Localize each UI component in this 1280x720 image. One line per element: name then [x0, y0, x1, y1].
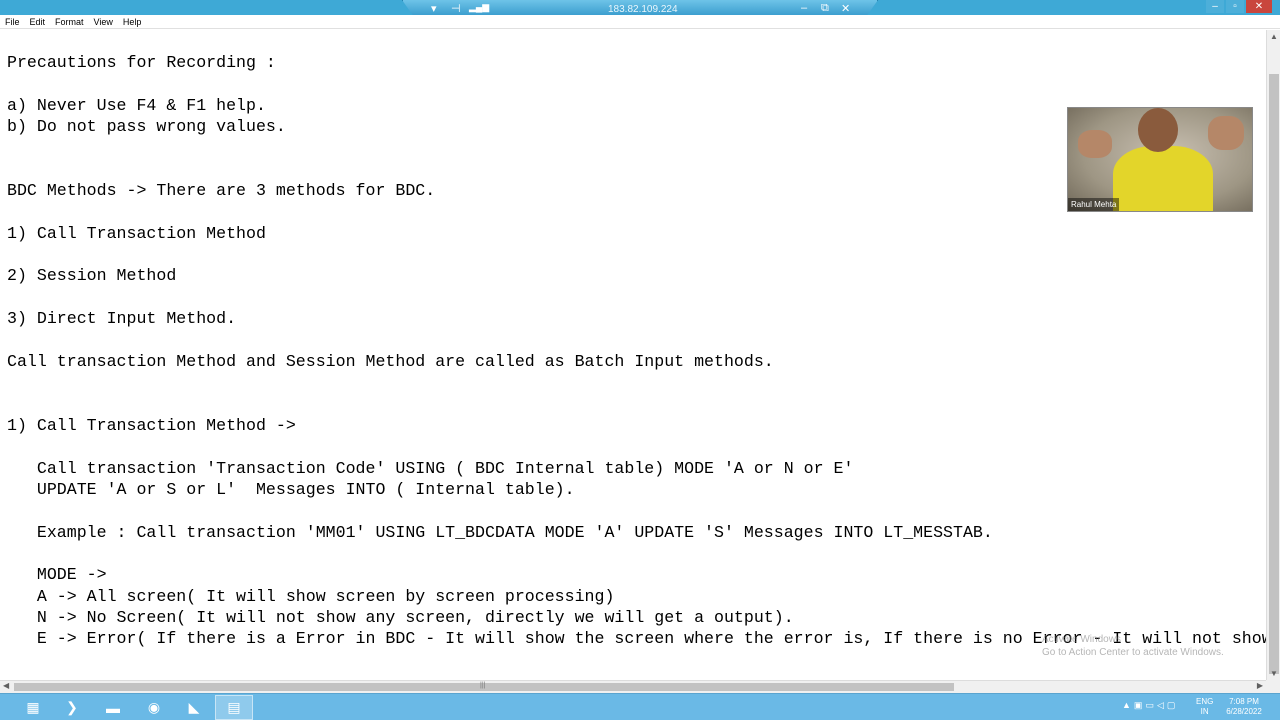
- scroll-grip-icon: |||: [480, 682, 486, 689]
- menu-help[interactable]: Help: [123, 17, 142, 27]
- notepad-icon[interactable]: ▤: [215, 695, 253, 720]
- dropdown-icon[interactable]: ▾: [431, 2, 437, 15]
- horizontal-scrollbar[interactable]: ◀ ||| ▶: [0, 680, 1266, 693]
- pin-icon[interactable]: ⊣: [451, 2, 461, 15]
- menu-edit[interactable]: Edit: [30, 17, 46, 27]
- server-manager-icon[interactable]: ▦: [14, 695, 52, 720]
- chrome-icon[interactable]: ◉: [135, 695, 173, 720]
- editor-line: 2) Session Method: [7, 266, 177, 286]
- scroll-down-icon[interactable]: ▼: [1270, 669, 1278, 678]
- watermark-subtitle: Go to Action Center to activate Windows.: [1042, 647, 1224, 658]
- show-hidden-icons-icon[interactable]: ▲: [1122, 700, 1131, 711]
- editor-line: UPDATE 'A or S or L' Messages INTO ( Int…: [7, 479, 575, 499]
- clock[interactable]: 7:08 PM 6/28/2022: [1222, 697, 1266, 717]
- editor-line: Example : Call transaction 'MM01' USING …: [7, 522, 993, 542]
- menu-bar: File Edit Format View Help: [0, 15, 1280, 29]
- tray-app-icon[interactable]: ▣: [1134, 700, 1143, 711]
- scroll-left-icon[interactable]: ◀: [3, 681, 9, 690]
- editor-line: 1) Call Transaction Method: [7, 223, 266, 243]
- connection-address: 183.82.109.224: [608, 4, 678, 15]
- menu-view[interactable]: View: [94, 17, 113, 27]
- editor-line: Call transaction Method and Session Meth…: [7, 351, 774, 371]
- system-tray: ▲ ▣ ▭ ◁ ▢: [1122, 700, 1175, 711]
- minimize-icon[interactable]: –: [801, 2, 807, 14]
- editor-line: Call transaction 'Transaction Code' USIN…: [7, 458, 854, 478]
- participant-body: [1113, 146, 1213, 211]
- vertical-scroll-thumb[interactable]: [1269, 74, 1279, 674]
- menu-format[interactable]: Format: [55, 17, 84, 27]
- window-controls: – ▫ ✕: [1206, 0, 1272, 14]
- participant-hand: [1078, 130, 1112, 158]
- scroll-up-icon[interactable]: ▲: [1270, 32, 1278, 41]
- scroll-right-icon[interactable]: ▶: [1257, 681, 1263, 690]
- editor-line: Precautions for Recording :: [7, 53, 276, 72]
- language-code: ENG: [1196, 697, 1214, 706]
- editor-line: 3) Direct Input Method.: [7, 309, 237, 329]
- region-code: IN: [1200, 707, 1209, 716]
- window-maximize-button[interactable]: ▫: [1226, 0, 1244, 13]
- input-language[interactable]: ENG IN: [1196, 697, 1213, 717]
- editor-line: MODE ->: [7, 565, 107, 585]
- editor-line: A -> All screen( It will show screen by …: [7, 586, 615, 606]
- video-call-tile[interactable]: Rahul Mehta: [1067, 107, 1253, 212]
- network-icon[interactable]: ▭: [1145, 700, 1154, 711]
- watermark-title: Activate Windows: [1042, 634, 1121, 645]
- file-explorer-icon[interactable]: ▬: [94, 695, 132, 720]
- sap-logon-icon[interactable]: ◣: [175, 695, 213, 720]
- taskbar: ▦ ❯ ▬ ◉ ◣ ▤ ▲ ▣ ▭ ◁ ▢ ENG IN 7:08 PM 6/2…: [0, 693, 1280, 720]
- editor-line: N -> No Screen( It will not show any scr…: [7, 607, 794, 627]
- vertical-scrollbar[interactable]: ▲ ▼: [1266, 30, 1280, 680]
- activation-watermark: Activate Windows Go to Action Center to …: [1042, 633, 1224, 659]
- participant-head: [1138, 108, 1178, 152]
- window-minimize-button[interactable]: –: [1206, 0, 1224, 13]
- clock-time: 7:08 PM: [1229, 697, 1259, 706]
- editor-line: 1) Call Transaction Method ->: [7, 415, 296, 435]
- restore-icon[interactable]: ⧉: [821, 2, 829, 15]
- menu-file[interactable]: File: [5, 17, 20, 27]
- close-icon[interactable]: ✕: [841, 2, 850, 15]
- powershell-icon[interactable]: ❯: [53, 695, 91, 720]
- participant-hand: [1208, 116, 1244, 150]
- volume-icon[interactable]: ◁: [1157, 700, 1164, 711]
- window-close-button[interactable]: ✕: [1246, 0, 1272, 13]
- signal-icon: ▂▄▆: [469, 2, 490, 12]
- clock-date: 6/28/2022: [1226, 707, 1262, 716]
- participant-name: Rahul Mehta: [1068, 198, 1120, 211]
- action-center-icon[interactable]: ▢: [1167, 700, 1176, 711]
- scrollbar-corner: [1266, 680, 1280, 693]
